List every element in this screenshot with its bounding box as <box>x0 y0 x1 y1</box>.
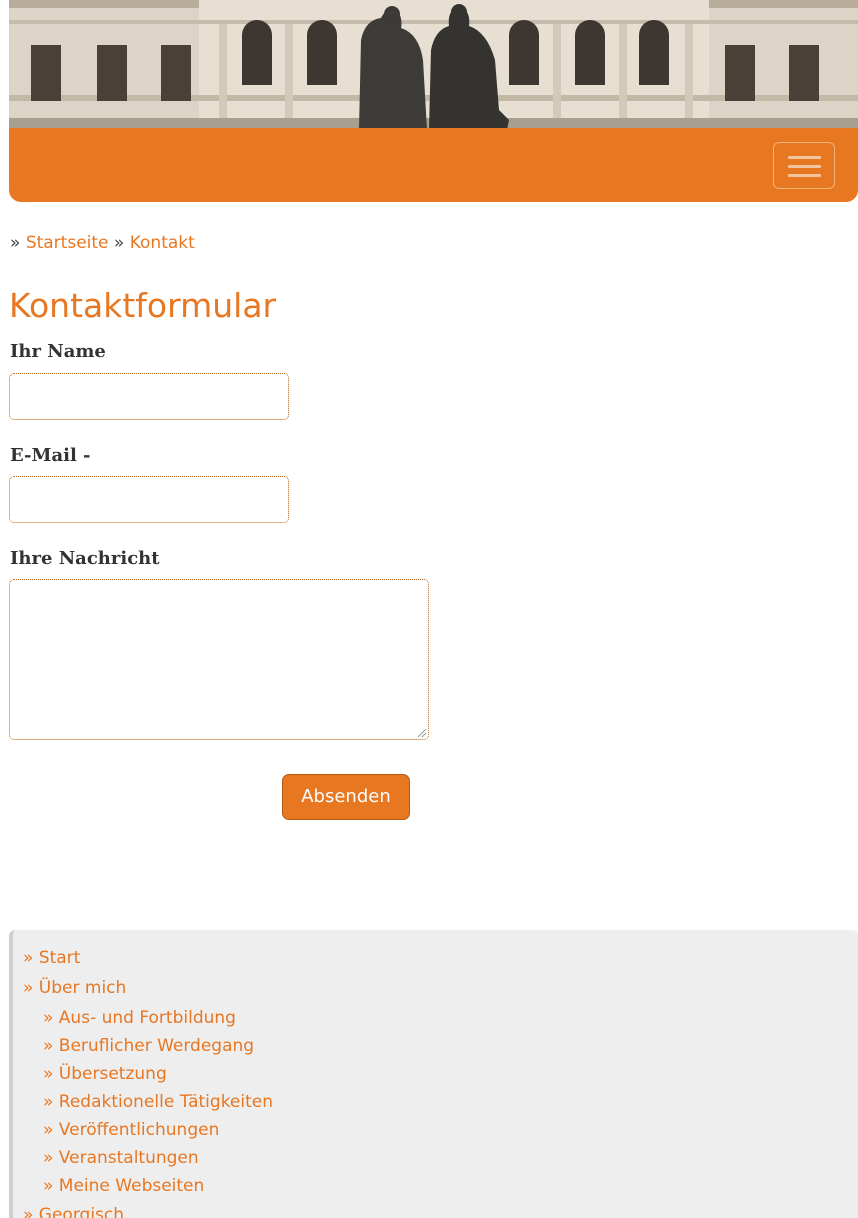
sidebar-item-uebersetzung[interactable]: » Übersetzung <box>43 1064 167 1084</box>
sidebar-item-webseiten[interactable]: » Meine Webseiten <box>43 1176 204 1196</box>
breadcrumb-separator: » <box>10 233 21 253</box>
sidebar-item-ausbildung[interactable]: » Aus- und Fortbildung <box>43 1008 236 1028</box>
sidebar-item-label[interactable]: » Redaktionelle Tätigkeiten <box>43 1092 273 1112</box>
site-header <box>9 0 858 202</box>
sidebar-item-label[interactable]: » Georgisch <box>23 1205 124 1218</box>
hamburger-menu-button[interactable] <box>773 142 835 189</box>
breadcrumb-separator: » <box>113 233 125 253</box>
sidebar-item-label[interactable]: » Start <box>23 948 80 968</box>
name-input[interactable] <box>9 373 289 420</box>
email-label: E-Mail - <box>10 445 91 466</box>
submit-button[interactable]: Absenden <box>282 774 410 820</box>
resize-handle-icon[interactable] <box>418 729 426 737</box>
header-banner-image <box>9 0 858 130</box>
message-textarea[interactable] <box>9 579 429 740</box>
sidebar-item-label[interactable]: » Über mich <box>23 978 126 998</box>
sidebar-item-label[interactable]: » Übersetzung <box>43 1064 167 1084</box>
sidebar-item-georgisch[interactable]: » Georgisch <box>23 1205 124 1218</box>
building-statue-illustration <box>9 0 858 130</box>
email-input[interactable] <box>9 476 289 523</box>
sidebar-item-ueber-mich[interactable]: » Über mich <box>23 978 126 998</box>
sidebar-item-start[interactable]: » Start <box>23 948 80 968</box>
sidebar-item-label[interactable]: » Beruflicher Werdegang <box>43 1036 254 1056</box>
sidebar-item-veroeffentlichungen[interactable]: » Veröffentlichungen <box>43 1120 219 1140</box>
breadcrumb-home-link[interactable]: Startseite <box>26 233 109 253</box>
hamburger-line-icon <box>788 174 821 177</box>
sidebar-item-label[interactable]: » Meine Webseiten <box>43 1176 204 1196</box>
top-navbar <box>9 128 858 202</box>
sidebar-item-label[interactable]: » Aus- und Fortbildung <box>43 1008 236 1028</box>
name-label: Ihr Name <box>10 341 106 362</box>
message-label: Ihre Nachricht <box>10 548 160 569</box>
sidebar-navigation: » Start » Über mich » Aus- und Fortbildu… <box>9 930 858 1218</box>
breadcrumb: » Startseite » Kontakt <box>10 233 195 253</box>
hamburger-line-icon <box>788 165 821 168</box>
sidebar-item-label[interactable]: » Veranstaltungen <box>43 1148 199 1168</box>
page-title: Kontaktformular <box>9 286 277 325</box>
sidebar-item-werdegang[interactable]: » Beruflicher Werdegang <box>43 1036 254 1056</box>
sidebar-item-redaktion[interactable]: » Redaktionelle Tätigkeiten <box>43 1092 273 1112</box>
breadcrumb-current-link[interactable]: Kontakt <box>130 233 195 253</box>
sidebar-item-veranstaltungen[interactable]: » Veranstaltungen <box>43 1148 199 1168</box>
hamburger-line-icon <box>788 156 821 159</box>
sidebar-item-label[interactable]: » Veröffentlichungen <box>43 1120 219 1140</box>
